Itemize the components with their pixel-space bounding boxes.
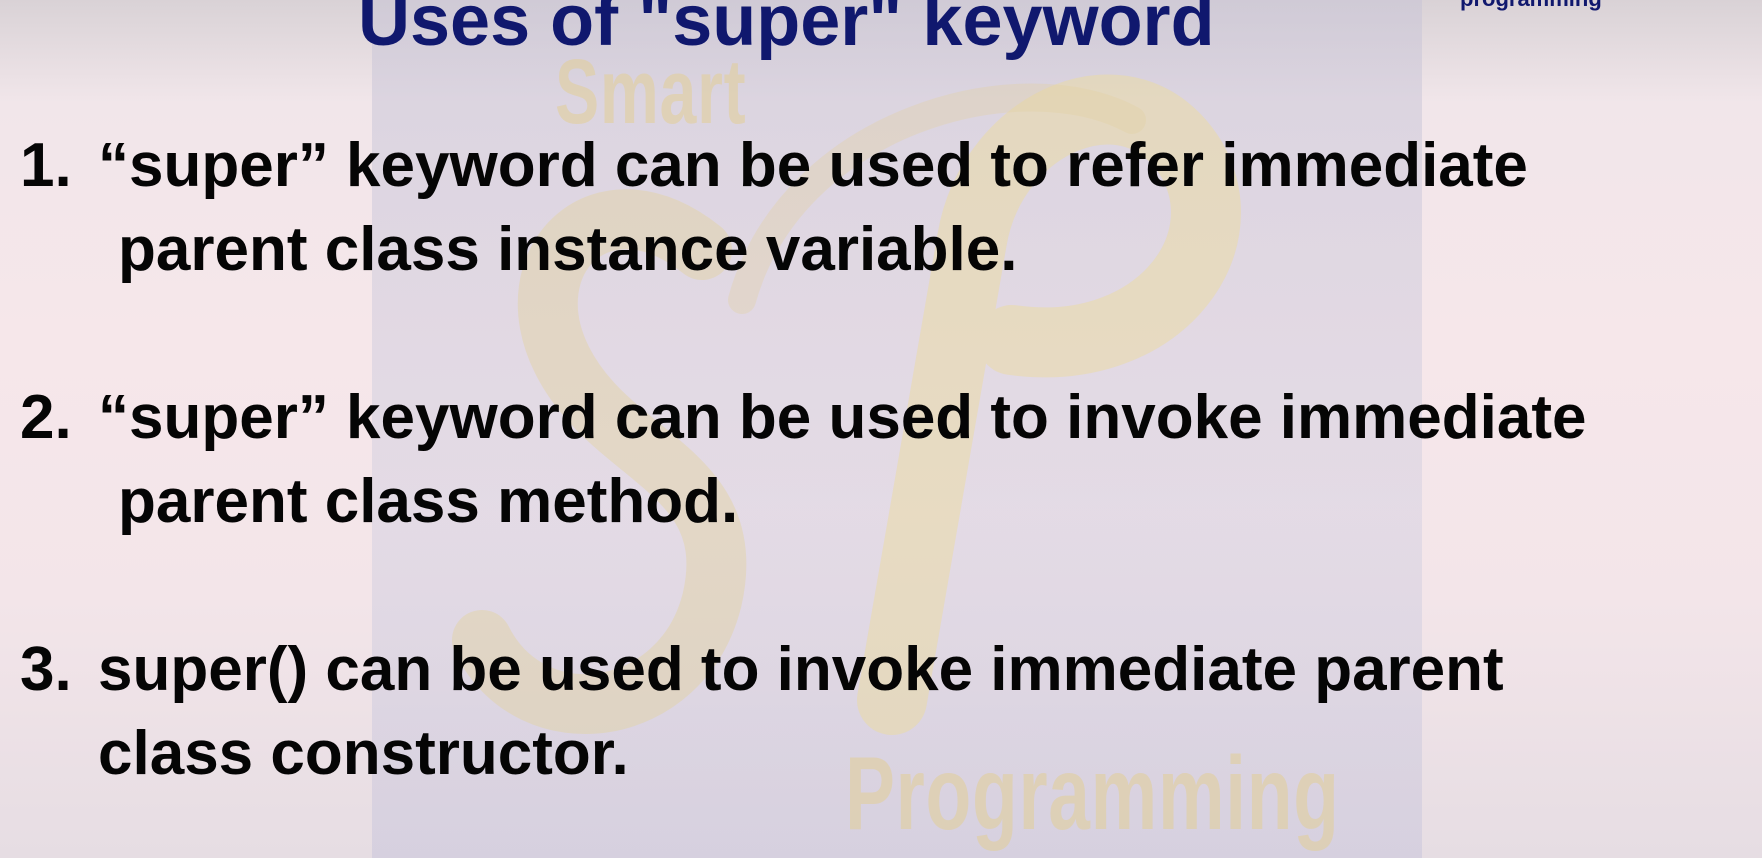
corner-text: programming — [1460, 0, 1602, 12]
point-3: 3. super() can be used to invoke immediat… — [20, 628, 1504, 796]
point-2-text-1: “super” keyword can be used to invoke im… — [98, 383, 1587, 452]
point-2-line-1: 2. “super” keyword can be used to invoke … — [20, 383, 1586, 452]
point-2-number: 2. — [20, 383, 72, 452]
point-3-number: 3. — [20, 635, 72, 704]
point-1-text-2: parent class instance variable. — [118, 215, 1018, 284]
point-1-text-1: “super” keyword can be used to refer imm… — [98, 131, 1528, 200]
point-3-text-2: class constructor. — [98, 719, 629, 788]
slide-title: Uses of "super" keyword — [358, 0, 1215, 61]
point-1-line-1: 1. “super” keyword can be used to refer i… — [20, 131, 1528, 200]
point-1: 1. “super” keyword can be used to refer i… — [20, 124, 1528, 292]
point-3-line-1: 3. super() can be used to invoke immediat… — [20, 635, 1504, 704]
point-1-number: 1. — [20, 131, 72, 200]
point-2: 2. “super” keyword can be used to invoke … — [20, 376, 1586, 544]
point-2-text-2: parent class method. — [118, 467, 739, 536]
point-3-text-1: super() can be used to invoke immediate … — [98, 635, 1504, 704]
